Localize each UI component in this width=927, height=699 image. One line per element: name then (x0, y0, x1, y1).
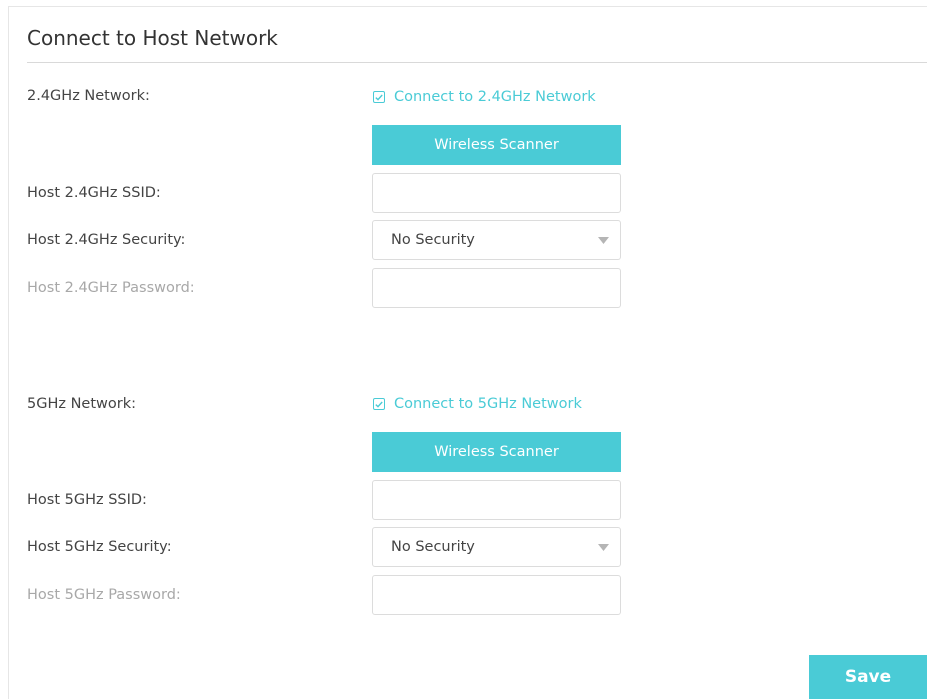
section-title: Connect to Host Network (27, 26, 278, 50)
panel-top-border (8, 6, 927, 7)
host-5-security-label: Host 5GHz Security: (27, 539, 172, 555)
host-5-security-select[interactable]: No Security (372, 527, 621, 567)
connect-5-checkbox-row[interactable]: Connect to 5GHz Network (373, 396, 582, 412)
panel-left-border (8, 6, 9, 699)
host-24-ssid-input[interactable] (372, 173, 621, 213)
host-24-security-label: Host 2.4GHz Security: (27, 232, 186, 248)
connect-24-checkbox[interactable] (373, 91, 385, 103)
wireless-scanner-5-button[interactable]: Wireless Scanner (372, 432, 621, 472)
checkmark-icon (375, 401, 383, 408)
host-24-password-label: Host 2.4GHz Password: (27, 280, 195, 296)
connect-5-label: Connect to 5GHz Network (394, 396, 582, 412)
checkmark-icon (375, 94, 383, 101)
host-5-ssid-input[interactable] (372, 480, 621, 520)
wireless-scanner-24-button[interactable]: Wireless Scanner (372, 125, 621, 165)
host-5-security-value: No Security (391, 539, 475, 555)
host-24-security-value: No Security (391, 232, 475, 248)
host-5-password-input[interactable] (372, 575, 621, 615)
host-24-password-input[interactable] (372, 268, 621, 308)
connect-24-checkbox-row[interactable]: Connect to 2.4GHz Network (373, 89, 596, 105)
connect-5-checkbox[interactable] (373, 398, 385, 410)
network-5-label: 5GHz Network: (27, 396, 137, 412)
host-5-password-label: Host 5GHz Password: (27, 587, 181, 603)
save-button[interactable]: Save (809, 655, 927, 699)
triangle-down-icon (586, 543, 620, 551)
connect-24-label: Connect to 2.4GHz Network (394, 89, 596, 105)
host-5-ssid-label: Host 5GHz SSID: (27, 492, 147, 508)
host-24-ssid-label: Host 2.4GHz SSID: (27, 185, 161, 201)
title-divider (27, 62, 927, 63)
network-24-label: 2.4GHz Network: (27, 88, 150, 104)
triangle-down-icon (586, 236, 620, 244)
host-network-panel: Connect to Host Network 2.4GHz Network: … (0, 0, 927, 699)
host-24-security-select[interactable]: No Security (372, 220, 621, 260)
